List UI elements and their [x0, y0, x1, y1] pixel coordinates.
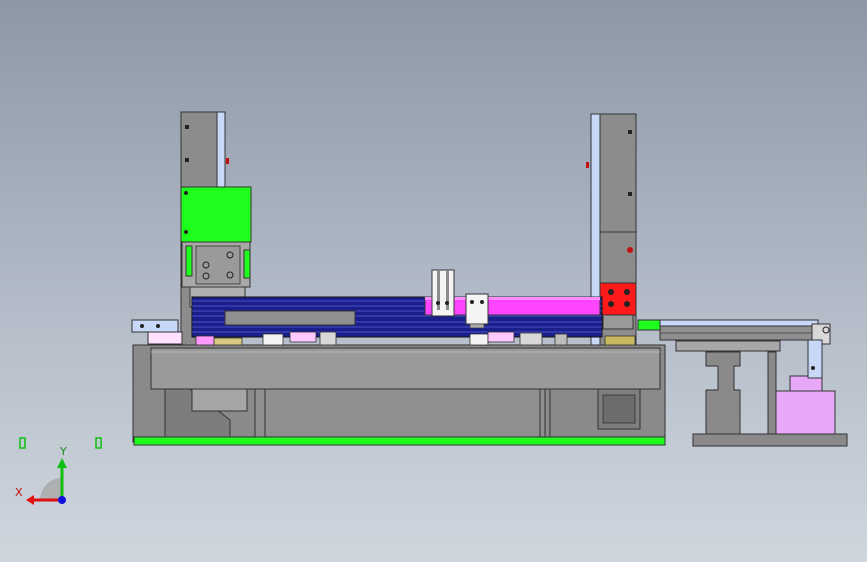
left-green-carriage	[180, 186, 252, 243]
z-axis-dot	[58, 496, 66, 504]
x-axis-label: X	[15, 486, 23, 499]
cad-viewport[interactable]: Y X	[0, 0, 867, 562]
machine-drawing: Y X	[15, 111, 848, 505]
right-red-block	[599, 282, 637, 330]
lavender-lifter	[775, 339, 836, 435]
coordinate-triad: Y X	[15, 445, 67, 505]
main-frame	[132, 344, 666, 446]
y-axis-label: Y	[59, 445, 67, 458]
